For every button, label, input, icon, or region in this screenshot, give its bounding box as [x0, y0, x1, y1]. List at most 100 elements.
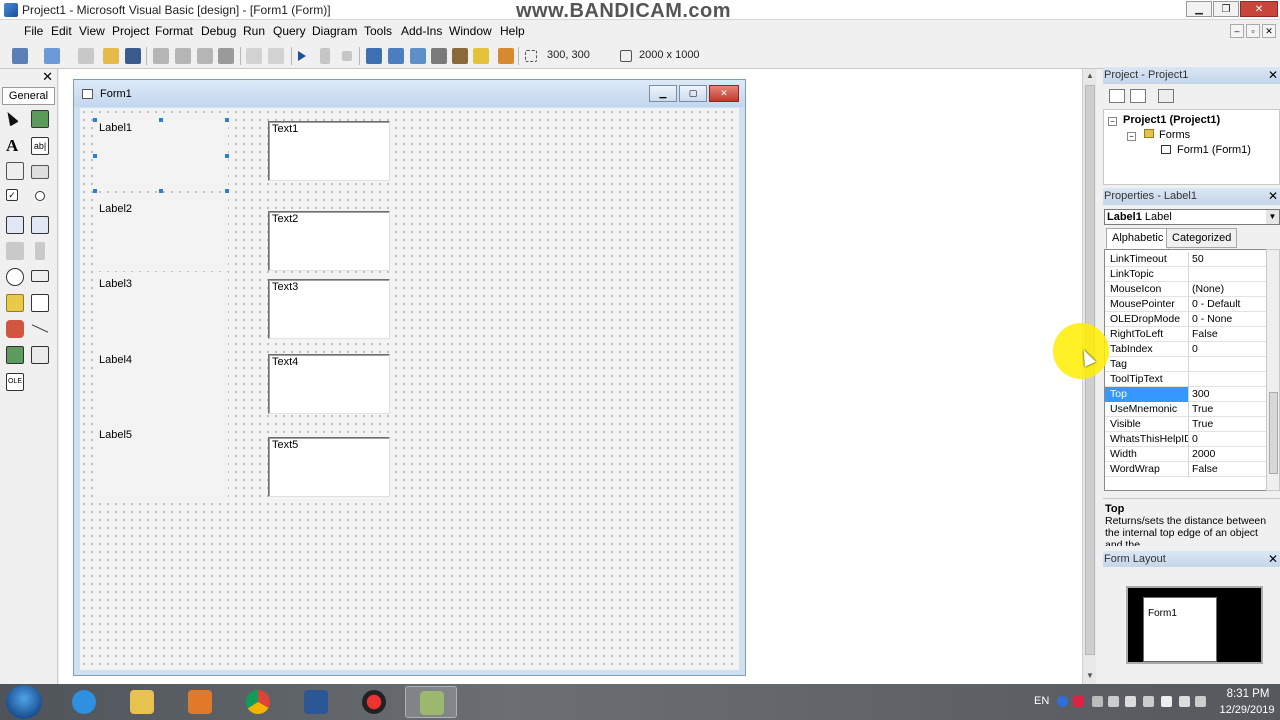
save-project-icon[interactable] [125, 48, 141, 64]
property-row[interactable]: LinkTimeout 50 [1105, 252, 1266, 267]
add-form-icon[interactable] [44, 48, 60, 64]
paste-icon[interactable] [197, 48, 213, 64]
property-value[interactable]: 300 [1191, 387, 1266, 402]
property-value[interactable] [1191, 267, 1266, 282]
property-row[interactable]: OLEDropMode 0 - None [1105, 312, 1266, 327]
selection-handle[interactable] [225, 189, 229, 193]
form-canvas[interactable]: Label1 Label2 Label3 Label4 Label5 Text1… [80, 108, 739, 670]
menu-edit[interactable]: Edit [51, 24, 72, 38]
drivelistbox-tool-icon[interactable] [31, 270, 49, 282]
taskbar-media[interactable] [174, 686, 226, 718]
property-row[interactable]: TabIndex 0 [1105, 342, 1266, 357]
frame-tool-icon[interactable] [6, 162, 24, 180]
redo-icon[interactable] [268, 48, 284, 64]
combobox-tool-icon[interactable] [6, 216, 24, 234]
network-icon[interactable] [1125, 696, 1136, 707]
shape-tool-icon[interactable] [6, 320, 24, 338]
volume-icon[interactable] [1161, 696, 1172, 707]
component-manager-icon[interactable] [498, 48, 514, 64]
taskbar-ie[interactable] [58, 686, 110, 718]
image-tool-icon[interactable] [6, 346, 24, 364]
battery-icon[interactable] [1195, 696, 1206, 707]
form-layout-close-button[interactable]: ✕ [1268, 552, 1278, 566]
scroll-down-icon[interactable]: ▼ [1083, 669, 1097, 683]
listbox-tool-icon[interactable] [31, 216, 49, 234]
mdi-restore-button[interactable]: ▫ [1246, 24, 1260, 38]
menu-format[interactable]: Format [155, 24, 193, 38]
mdi-minimize-button[interactable]: – [1230, 24, 1244, 38]
form-layout-icon[interactable] [410, 48, 426, 64]
menu-editor-icon[interactable] [78, 48, 94, 64]
data-tool-icon[interactable] [31, 346, 49, 364]
tab-categorized[interactable]: Categorized [1166, 228, 1238, 248]
break-icon[interactable] [320, 48, 330, 64]
toggle-folders-icon[interactable] [1158, 89, 1174, 103]
property-row[interactable]: MouseIcon (None) [1105, 282, 1266, 297]
taskbar-chrome[interactable] [232, 686, 284, 718]
property-value[interactable] [1191, 357, 1266, 372]
open-project-icon[interactable] [103, 48, 119, 64]
project-explorer-close-button[interactable]: ✕ [1268, 68, 1278, 82]
property-value[interactable]: True [1191, 402, 1266, 417]
chevron-down-icon[interactable]: ▼ [1266, 210, 1279, 224]
property-value[interactable]: True [1191, 417, 1266, 432]
property-value[interactable]: (None) [1191, 282, 1266, 297]
tree-project-root[interactable]: Project1 (Project1) [1123, 114, 1220, 126]
property-row[interactable]: RightToLeft False [1105, 327, 1266, 342]
property-value[interactable]: 2000 [1191, 447, 1266, 462]
form-close-button[interactable]: ✕ [709, 85, 739, 102]
textbox-tool-icon[interactable]: ab| [31, 137, 49, 155]
menu-diagram[interactable]: Diagram [312, 24, 357, 38]
layout-form-preview[interactable]: Form1 [1143, 597, 1217, 662]
property-row[interactable]: MousePointer 0 - Default [1105, 297, 1266, 312]
property-value[interactable] [1191, 372, 1266, 387]
collapse-icon[interactable]: − [1108, 117, 1117, 126]
cut-icon[interactable] [153, 48, 169, 64]
object-selector[interactable]: Label1 Label ▼ [1104, 209, 1280, 225]
view-code-icon[interactable] [1109, 89, 1125, 103]
menu-run[interactable]: Run [243, 24, 265, 38]
properties-window-icon[interactable] [388, 48, 404, 64]
selection-handle[interactable] [93, 118, 97, 122]
pointer-tool-icon[interactable] [3, 109, 19, 127]
hscrollbar-tool-icon[interactable] [6, 242, 24, 260]
copy-icon[interactable] [175, 48, 191, 64]
start-icon[interactable] [298, 51, 306, 61]
property-value[interactable]: 0 [1191, 342, 1266, 357]
menu-file[interactable]: File [24, 24, 43, 38]
property-value[interactable]: 0 - Default [1191, 297, 1266, 312]
ole-tool-icon[interactable]: OLE [6, 373, 24, 391]
toolbox-close-button[interactable]: ✕ [42, 69, 53, 85]
label3-control[interactable]: Label3 [94, 272, 228, 346]
tree-form1[interactable]: Form1 (Form1) [1177, 144, 1251, 156]
close-button[interactable]: ✕ [1240, 1, 1278, 17]
property-value[interactable]: False [1191, 462, 1266, 477]
menu-project[interactable]: Project [112, 24, 149, 38]
property-value[interactable]: False [1191, 327, 1266, 342]
taskbar-explorer[interactable] [116, 686, 168, 718]
undo-icon[interactable] [246, 48, 262, 64]
find-icon[interactable] [218, 48, 234, 64]
commandbutton-tool-icon[interactable] [31, 165, 49, 179]
selection-handle[interactable] [225, 154, 229, 158]
property-row[interactable]: UseMnemonic True [1105, 402, 1266, 417]
form-minimize-button[interactable]: ▁ [649, 85, 677, 102]
menu-help[interactable]: Help [500, 24, 525, 38]
property-row[interactable]: Visible True [1105, 417, 1266, 432]
property-row[interactable]: ToolTipText [1105, 372, 1266, 387]
property-row[interactable]: WordWrap False [1105, 462, 1266, 477]
property-value[interactable]: 0 - None [1191, 312, 1266, 327]
scroll-up-icon[interactable]: ▲ [1083, 69, 1097, 83]
property-row[interactable]: Width 2000 [1105, 447, 1266, 462]
wifi-icon[interactable] [1179, 696, 1190, 707]
start-button[interactable] [6, 685, 42, 719]
collapse-icon[interactable]: − [1127, 132, 1136, 141]
mdi-close-button[interactable]: ✕ [1262, 24, 1276, 38]
menu-debug[interactable]: Debug [201, 24, 236, 38]
property-row[interactable]: Top 300 [1105, 387, 1266, 402]
text1-control[interactable]: Text1 [268, 121, 390, 181]
selection-handle[interactable] [225, 118, 229, 122]
tree-forms-folder[interactable]: Forms [1159, 129, 1190, 141]
menu-query[interactable]: Query [273, 24, 306, 38]
selection-handle[interactable] [93, 189, 97, 193]
